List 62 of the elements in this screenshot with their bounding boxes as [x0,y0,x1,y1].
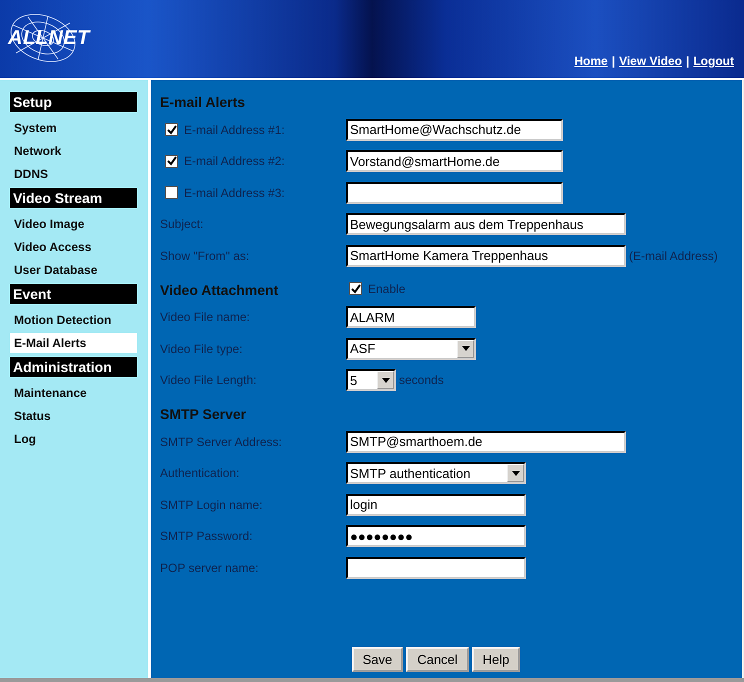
field-label: SMTP Server Address: [160,434,282,451]
checkbox[interactable] [165,154,178,168]
input-field[interactable]: SmartHome@Wachschutz.de [346,118,563,141]
field-label: Video File type: [160,340,242,358]
field-hint: seconds [399,372,444,390]
field-label: Authentication: [160,465,240,482]
sidebar-heading: Administration [10,357,137,377]
sidebar-item[interactable]: DDNS [10,164,137,184]
sidebar-item[interactable]: E-Mail Alerts [10,333,137,353]
section-heading: E-mail Alerts [160,93,246,112]
nav-link-text[interactable]: Logout [693,54,734,68]
section-heading: SMTP Server [160,405,248,424]
form-button[interactable]: Save [352,646,404,672]
field-label: Video File Length: [160,372,257,390]
checkbox[interactable] [165,123,178,136]
input-field[interactable]: Vorstand@smartHome.de [346,150,563,172]
input-field[interactable]: SMTP@smarthoem.de [346,430,626,453]
input-field[interactable]: Bewegungsalarm aus dem Treppenhaus [346,213,626,236]
sidebar-item[interactable]: Network [10,141,137,161]
sidebar-heading: Setup [10,92,137,112]
checkbox[interactable] [165,186,178,200]
sidebar-heading: Video Stream [10,188,137,208]
sidebar-item[interactable]: User Database [10,260,137,280]
sidebar-item[interactable]: Status [10,406,137,426]
field-label: E-mail Address #3: [184,184,285,202]
section-heading: Video Attachment [160,280,280,300]
sidebar-item[interactable]: Video Image [10,214,137,234]
checkbox-label: Enable [368,280,406,298]
sidebar-item[interactable]: Log [10,429,137,449]
input-field[interactable] [346,182,563,204]
input-field[interactable]: ALARM [346,306,476,328]
input-field[interactable]: login [346,494,526,516]
sidebar-item[interactable]: System [10,118,137,138]
input-field[interactable] [346,556,526,579]
caret-icon [462,346,470,352]
dropdown[interactable]: ASF [346,338,476,360]
input-field[interactable]: ●●●●●●●● [346,525,526,548]
nav-link-text[interactable]: Home [574,54,608,68]
sidebar-item[interactable]: Motion Detection [10,310,137,330]
checkbox[interactable] [349,282,362,295]
sidebar-item[interactable]: Maintenance [10,383,137,403]
caret-icon [382,378,390,383]
field-label: Video File name: [160,309,250,326]
sidebar-heading: Event [10,284,137,304]
field-hint: (E-mail Address) [629,248,718,265]
field-label: E-mail Address #1: [184,122,285,139]
field-label: SMTP Login name: [160,496,262,514]
link-separator: | [686,54,690,68]
form-button[interactable]: Cancel [406,646,469,672]
form-button[interactable]: Help [472,646,520,672]
sidebar-item[interactable]: Video Access [10,237,137,257]
dropdown[interactable]: 5 [346,369,396,392]
dropdown[interactable]: SMTP authentication [346,462,526,484]
field-label: Subject: [160,216,204,234]
nav-link-text[interactable]: View Video [619,54,682,68]
field-label: Show "From" as: [160,248,250,265]
input-field[interactable]: SmartHome Kamera Treppenhaus [346,244,626,267]
field-label: SMTP Password: [160,528,252,546]
link-separator: | [612,54,616,68]
caret-icon [512,470,520,476]
field-label: E-mail Address #2: [184,153,285,170]
field-label: POP server name: [160,560,258,577]
